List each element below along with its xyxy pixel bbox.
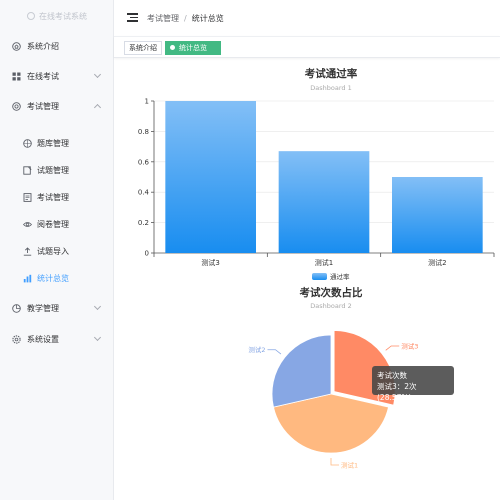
sidebar-subitem-label: 试题导入	[37, 246, 69, 256]
tags-view: 系统介绍 统计总览	[114, 36, 500, 58]
y-tick-label: 0.6	[138, 158, 150, 166]
sidebar-subitem-marking[interactable]: 阅卷管理	[0, 213, 114, 235]
pie-label: 测试1	[341, 461, 358, 470]
breadcrumb-separator: /	[184, 14, 187, 23]
chevron-down-icon	[93, 302, 102, 311]
breadcrumb-item[interactable]: 考试管理	[147, 14, 179, 23]
pie-label-line	[267, 349, 282, 355]
brand[interactable]: 在线考试系统	[0, 0, 114, 32]
sidebar-subitem-label: 试题管理	[37, 165, 69, 175]
tag-label: 统计总览	[179, 44, 207, 52]
pie-label-line	[385, 345, 400, 351]
bar[interactable]	[278, 151, 370, 253]
y-tick-label: 0	[145, 250, 149, 258]
edit-document-icon	[23, 165, 32, 175]
header: 考试管理 / 统计总览	[114, 0, 500, 36]
app-root: 在线考试系统 系统介绍 在线考试 考试管理 题库管理 试题管理 考试管理 阅卷管…	[0, 0, 500, 500]
bar[interactable]	[392, 177, 483, 253]
settings-circle-icon	[12, 101, 21, 111]
bar[interactable]	[165, 101, 256, 253]
pie-tooltip: 考试次数 测试3：2次 (28.57%)	[372, 366, 454, 402]
sidebar-item-label: 系统设置	[27, 334, 59, 344]
bar-legend[interactable]: 通过率	[312, 272, 350, 281]
charts-area: 考试通过率 Dashboard 1 0 0.2 0.4 0.6 0.8 1 测试3 测试1 测试…	[138, 67, 495, 470]
pie-chart-subtitle: Dashboard 2	[310, 302, 351, 310]
legend-swatch	[312, 273, 327, 280]
x-tick-label: 测试1	[315, 258, 333, 267]
sidebar-subitem-exams[interactable]: 考试管理	[0, 186, 114, 208]
legend-label: 通过率	[330, 272, 350, 281]
sidebar-item-label: 系统介绍	[27, 41, 59, 51]
sidebar-subitem-questions[interactable]: 试题管理	[0, 159, 114, 181]
pie-chart-title: 考试次数占比	[300, 286, 363, 299]
home-icon	[12, 41, 21, 51]
sidebar-item-label: 在线考试	[27, 71, 59, 81]
sidebar-item-online-exam[interactable]: 在线考试	[0, 65, 114, 87]
sidebar-item-label: 考试管理	[27, 101, 59, 111]
sidebar-subitem-label: 考试管理	[37, 192, 69, 202]
tag-intro[interactable]: 系统介绍	[124, 41, 162, 55]
sidebar-subitem-label: 题库管理	[37, 138, 69, 148]
sidebar-item-intro[interactable]: 系统介绍	[0, 35, 114, 57]
tag-statistics[interactable]: 统计总览	[165, 41, 221, 55]
eye-icon	[23, 220, 32, 229]
sidebar-item-teaching[interactable]: 教学管理	[0, 297, 114, 319]
tooltip-value: 测试3：2次 (28.57%)	[377, 382, 417, 402]
chevron-down-icon	[93, 70, 102, 79]
pie-slice[interactable]	[271, 334, 332, 408]
chevron-up-icon	[93, 103, 102, 111]
y-tick-label: 0.4	[138, 189, 150, 197]
sidebar-subitem-statistics[interactable]: 统计总览	[0, 267, 114, 289]
active-dot-icon	[170, 45, 175, 50]
sidebar-subitem-label: 阅卷管理	[37, 219, 69, 229]
document-icon	[23, 192, 32, 202]
x-tick-label: 测试2	[428, 258, 446, 267]
upload-icon	[23, 246, 32, 256]
y-tick-label: 0.2	[138, 219, 149, 227]
bar-chart-subtitle: Dashboard 1	[310, 84, 351, 92]
y-tick-label: 0.8	[138, 128, 149, 136]
pie-label: 测试2	[248, 345, 265, 354]
sidebar-item-exam-management[interactable]: 考试管理	[0, 95, 114, 117]
sidebar-subitem-question-bank[interactable]: 题库管理	[0, 132, 114, 154]
pie-chart-icon	[12, 303, 21, 313]
grid-icon	[12, 72, 21, 81]
pie-label: 测试3	[401, 341, 418, 350]
brand-title: 在线考试系统	[39, 11, 87, 21]
sidebar-subitem-label: 统计总览	[37, 273, 69, 283]
sidebar-item-settings[interactable]: 系统设置	[0, 328, 114, 350]
sidebar: 在线考试系统 系统介绍 在线考试 考试管理 题库管理 试题管理 考试管理 阅卷管…	[0, 0, 114, 500]
chevron-down-icon	[93, 333, 102, 342]
database-icon	[23, 138, 32, 148]
sidebar-item-label: 教学管理	[27, 303, 59, 313]
tooltip-title: 考试次数	[377, 371, 407, 380]
breadcrumb-current: 统计总览	[191, 14, 224, 23]
x-tick-label: 测试3	[201, 258, 219, 267]
y-tick-label: 1	[145, 98, 149, 106]
menu-toggle-icon[interactable]	[127, 13, 138, 22]
sidebar-subitem-import[interactable]: 试题导入	[0, 240, 114, 262]
bar-chart-title: 考试通过率	[305, 67, 358, 80]
logo-icon	[27, 12, 35, 20]
chart-icon	[23, 274, 32, 283]
pie-label-line	[330, 458, 339, 466]
breadcrumb: 考试管理 / 统计总览	[147, 13, 224, 24]
gear-icon	[12, 334, 21, 344]
